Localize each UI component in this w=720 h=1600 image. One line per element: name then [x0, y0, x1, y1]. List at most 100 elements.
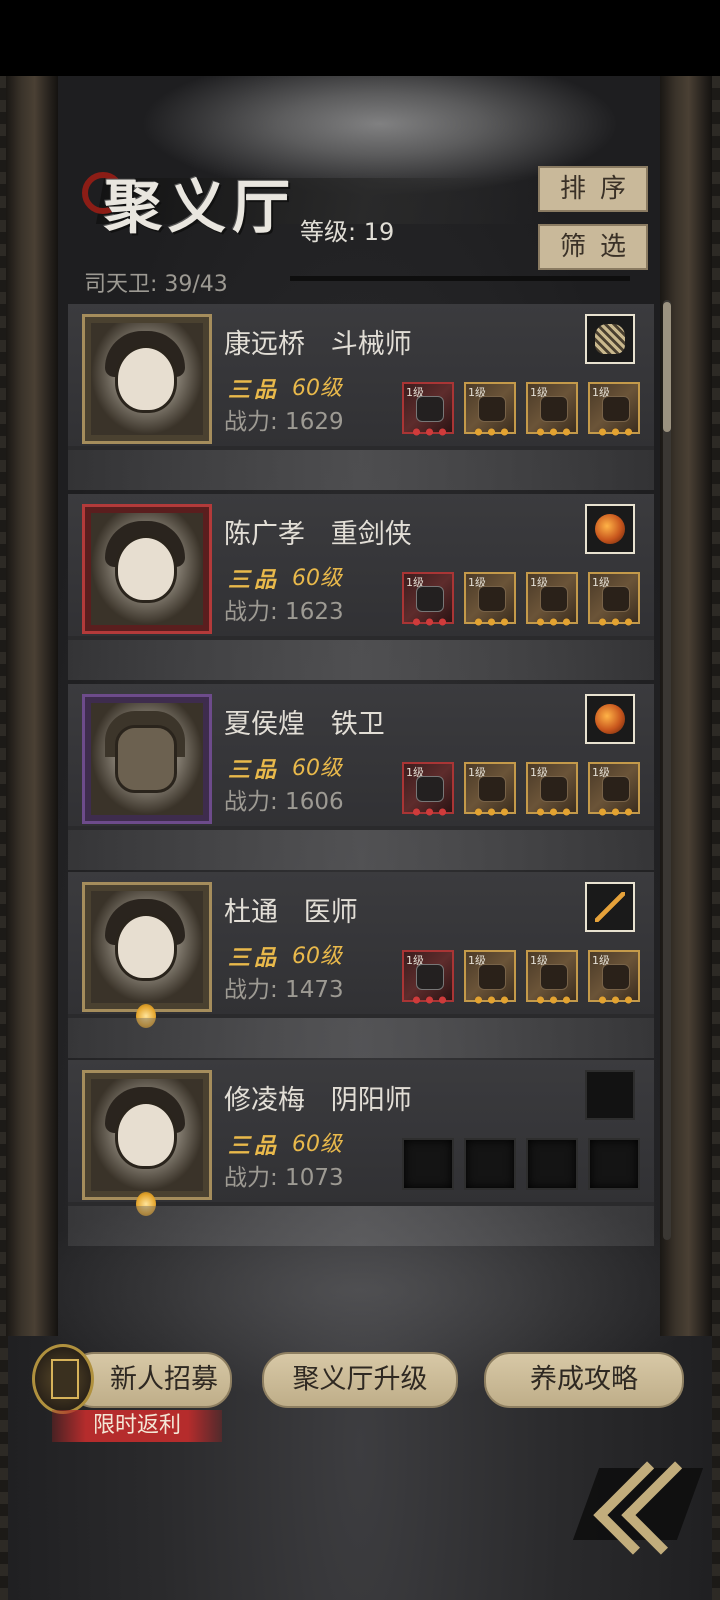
hero-level: 60级: [292, 1132, 342, 1157]
promo-tag[interactable]: 限时返利: [52, 1410, 222, 1442]
equipment-icon: [478, 964, 506, 990]
hero-portrait[interactable]: [82, 504, 212, 634]
card-separator: [68, 830, 654, 870]
equipment-slot[interactable]: 1级: [464, 950, 516, 1005]
relic-slot[interactable]: [585, 314, 635, 364]
equipment-slot[interactable]: 1级: [464, 572, 516, 627]
equipment-slot[interactable]: 1级: [464, 382, 516, 437]
back-button[interactable]: [572, 1458, 715, 1555]
card-separator: [68, 1206, 654, 1246]
star-dots: [410, 995, 450, 1005]
equipment-slot[interactable]: 1级: [526, 382, 578, 437]
relic-slot[interactable]: [585, 694, 635, 744]
hall-upgrade-button[interactable]: 聚义厅升级: [262, 1352, 458, 1408]
hero-portrait[interactable]: [82, 694, 212, 824]
hero-portrait[interactable]: [82, 314, 212, 444]
list-scrollbar[interactable]: [663, 300, 671, 1240]
amber-stone-icon: [595, 514, 625, 544]
equipment-icon: [540, 586, 568, 612]
equipment-slot[interactable]: 1级: [588, 572, 640, 627]
hero-card[interactable]: 夏侯煌 铁卫 三品 60级 战力: 1606 1级 1级 1级 1级: [68, 684, 654, 826]
card-separator: [68, 640, 654, 680]
hero-portrait[interactable]: [82, 1070, 212, 1200]
equipment-icon: [416, 964, 444, 990]
star-dots: [534, 427, 574, 437]
hero-power: 战力: 1606: [224, 789, 344, 815]
hero-name-class: 修凌梅 阴阳师: [224, 1085, 412, 1116]
star-dots: [472, 617, 512, 627]
hero-level: 60级: [292, 944, 342, 969]
star-dots: [596, 995, 636, 1005]
portrait-face: [115, 725, 177, 793]
equipment-slot[interactable]: 1级: [588, 762, 640, 817]
filter-button[interactable]: 筛选: [538, 224, 648, 270]
equipment-slot[interactable]: 1级: [464, 762, 516, 817]
equipment-slot[interactable]: 1级: [402, 950, 454, 1005]
hero-portrait[interactable]: [82, 882, 212, 1012]
hero-name-class: 康远桥 斗械师: [224, 329, 412, 360]
equipment-slot[interactable]: [526, 1138, 578, 1190]
card-glyph-icon: [51, 1359, 79, 1399]
star-dots: [596, 617, 636, 627]
hero-level: 60级: [292, 756, 342, 781]
hero-name-class: 杜通 医师: [224, 897, 358, 928]
equipment-slot[interactable]: 1级: [588, 382, 640, 437]
hero-card[interactable]: 修凌梅 阴阳师 三品 60级 战力: 1073: [68, 1060, 654, 1216]
star-dots: [534, 807, 574, 817]
equipment-slot[interactable]: [402, 1138, 454, 1190]
hero-power: 战力: 1473: [224, 977, 344, 1003]
star-dots: [410, 807, 450, 817]
equipment-icon: [602, 586, 630, 612]
equipment-icon: [602, 776, 630, 802]
hero-card[interactable]: 康远桥 斗械师 三品 60级 战力: 1629 1级 1级 1级 1级: [68, 304, 654, 446]
card-separator: [68, 1018, 654, 1058]
star-dots: [472, 807, 512, 817]
equipment-icon: [478, 586, 506, 612]
star-dots: [534, 995, 574, 1005]
star-dots: [472, 995, 512, 1005]
equipment-slot[interactable]: [464, 1138, 516, 1190]
star-dots: [410, 427, 450, 437]
growth-guide-button[interactable]: 养成攻略: [484, 1352, 684, 1408]
equipment-slot[interactable]: 1级: [526, 572, 578, 627]
hero-card[interactable]: 陈广孝 重剑侠 三品 60级 战力: 1623 1级 1级 1级 1级: [68, 494, 654, 636]
golden-staff-icon: [595, 892, 625, 922]
hero-name-class: 夏侯煌 铁卫: [224, 709, 385, 740]
card-separator: [68, 450, 654, 490]
equipment-slot[interactable]: 1级: [526, 762, 578, 817]
guard-count: 司天卫: 39/43: [84, 272, 228, 297]
equipment-icon: [540, 776, 568, 802]
equipment-slot[interactable]: 1级: [526, 950, 578, 1005]
equipment-icon: [478, 396, 506, 422]
relic-slot[interactable]: [585, 882, 635, 932]
relic-slot[interactable]: [585, 1070, 635, 1120]
portrait-face: [115, 345, 177, 413]
equipment-slot[interactable]: 1级: [402, 572, 454, 627]
equipment-slot[interactable]: 1级: [402, 762, 454, 817]
portrait-face: [115, 913, 177, 981]
status-bar: [0, 0, 720, 76]
hero-rank: 三品: [228, 946, 281, 971]
hero-power: 战力: 1623: [224, 599, 344, 625]
equipment-slot[interactable]: 1级: [402, 382, 454, 437]
equipment-slot[interactable]: 1级: [588, 950, 640, 1005]
equipment-icon: [540, 396, 568, 422]
hero-rank: 三品: [228, 758, 281, 783]
recruit-card-icon[interactable]: [32, 1344, 94, 1414]
equipment-slot[interactable]: [588, 1138, 640, 1190]
hall-level: 等级: 19: [300, 218, 395, 246]
relic-slot[interactable]: [585, 504, 635, 554]
mesh-cap-icon: [595, 324, 625, 354]
equipment-icon: [540, 964, 568, 990]
header-divider: [290, 276, 630, 281]
scrollbar-thumb[interactable]: [663, 302, 671, 432]
hero-power: 战力: 1073: [224, 1165, 344, 1191]
hero-card[interactable]: 杜通 医师 三品 60级 战力: 1473 1级 1级 1级 1级: [68, 872, 654, 1028]
wood-pillar-left: [6, 76, 58, 1336]
equipment-icon: [602, 396, 630, 422]
portrait-face: [115, 1101, 177, 1169]
hero-rank: 三品: [228, 1134, 281, 1159]
star-dots: [596, 807, 636, 817]
sort-button[interactable]: 排序: [538, 166, 648, 212]
equipment-icon: [478, 776, 506, 802]
